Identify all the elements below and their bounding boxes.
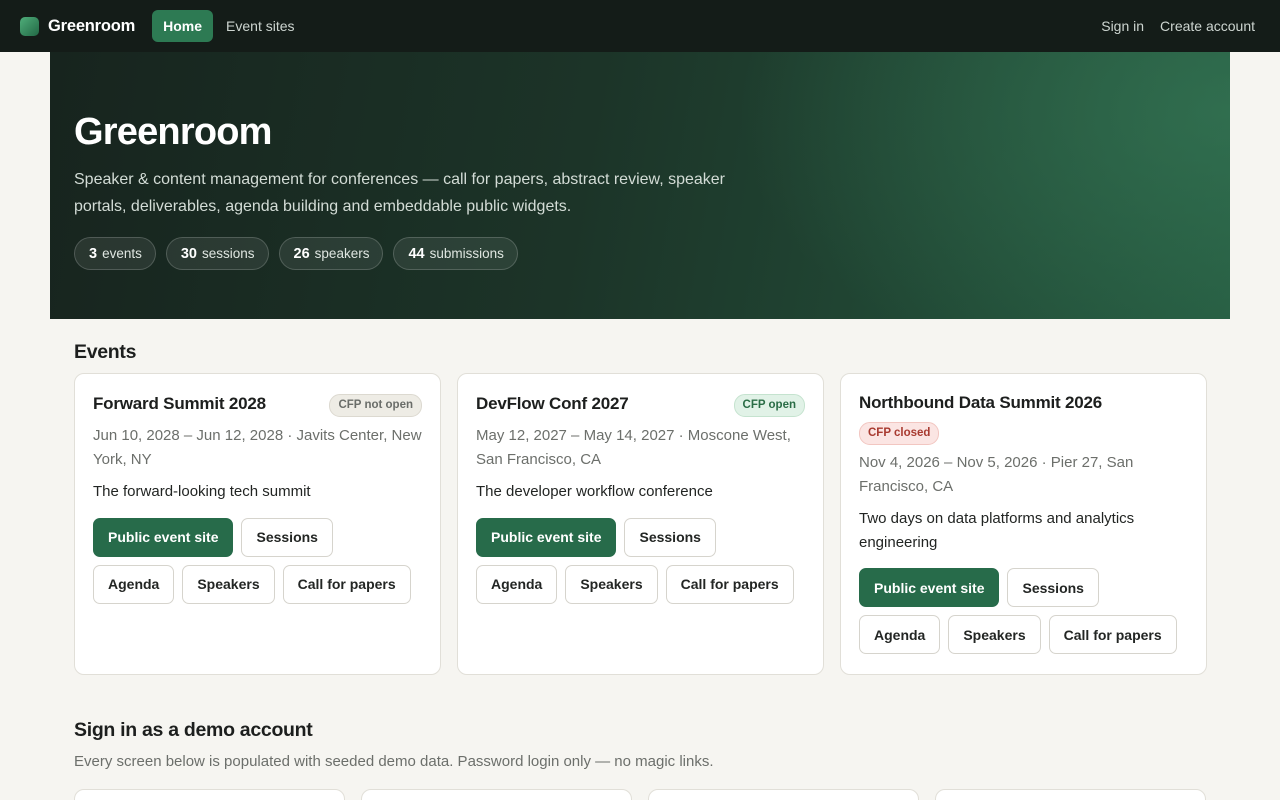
public-event-site-button[interactable]: Public event site	[476, 517, 617, 557]
demo-account-cards	[74, 789, 1222, 800]
greenroom-logo-icon	[20, 16, 39, 36]
stat-submissions: 44 submissions	[393, 237, 518, 270]
demo-accounts-heading: Sign in as a demo account	[74, 719, 313, 741]
call-for-papers-button[interactable]: Call for papers	[282, 564, 411, 604]
create-account-link[interactable]: Create account	[1155, 10, 1260, 42]
hero-description: Speaker & content management for confere…	[74, 171, 725, 215]
events-heading: Events	[74, 341, 137, 363]
sessions-button[interactable]: Sessions	[241, 517, 333, 557]
stat-value: 26	[293, 245, 310, 262]
public-event-site-button[interactable]: Public event site	[93, 517, 234, 557]
public-event-site-button[interactable]: Public event site	[859, 568, 1000, 607]
event-cards: Forward Summit 2028 CFP not open Jun 10,…	[74, 373, 1207, 675]
event-card-devflow-conf: DevFlow Conf 2027 CFP open May 12, 2027 …	[457, 373, 824, 675]
stat-sessions: 30 sessions	[165, 237, 269, 270]
event-actions: Public event site Sessions Agenda Speake…	[859, 568, 1188, 662]
cfp-status-badge: CFP closed	[859, 422, 940, 445]
sign-in-link[interactable]: Sign in	[1096, 10, 1149, 42]
event-actions: Public event site Sessions Agenda Speake…	[93, 517, 422, 612]
hero-title: Greenroom	[74, 111, 272, 153]
nav-event-sites-link[interactable]: Event sites	[215, 10, 305, 42]
card-header: Forward Summit 2028 CFP not open	[93, 393, 422, 417]
event-card-forward-summit: Forward Summit 2028 CFP not open Jun 10,…	[74, 373, 441, 675]
event-actions: Public event site Sessions Agenda Speake…	[476, 517, 805, 612]
stat-events: 3 events	[74, 237, 156, 270]
demo-accounts-description: Every screen below is populated with see…	[74, 753, 714, 770]
stat-label: events	[102, 246, 142, 261]
hero-banner: Greenroom Speaker & content management f…	[50, 52, 1230, 319]
agenda-button[interactable]: Agenda	[93, 564, 175, 604]
event-description: Two days on data platforms and analytics…	[859, 510, 1135, 551]
speakers-button[interactable]: Speakers	[948, 615, 1041, 654]
demo-account-card[interactable]	[935, 789, 1206, 800]
event-title[interactable]: Forward Summit 2028	[93, 393, 266, 415]
nav-account-links: Sign in Create account	[1096, 10, 1260, 42]
cfp-status-badge: CFP not open	[329, 394, 422, 417]
demo-account-card[interactable]	[361, 789, 632, 800]
stat-label: submissions	[429, 246, 504, 261]
nav-home-link[interactable]: Home	[152, 10, 214, 42]
demo-account-card[interactable]	[74, 789, 345, 800]
stat-value: 30	[180, 245, 197, 262]
call-for-papers-button[interactable]: Call for papers	[665, 564, 794, 604]
sessions-button[interactable]: Sessions	[1007, 568, 1099, 607]
event-title[interactable]: DevFlow Conf 2027	[476, 393, 629, 415]
event-meta: Jun 10, 2028 – Jun 12, 2028 · Javits Cen…	[93, 427, 422, 468]
top-navbar: Greenroom Home Event sites Sign in Creat…	[0, 0, 1280, 52]
call-for-papers-button[interactable]: Call for papers	[1048, 615, 1177, 654]
stat-label: sessions	[202, 246, 255, 261]
speakers-button[interactable]: Speakers	[182, 564, 275, 604]
speakers-button[interactable]: Speakers	[565, 564, 658, 604]
event-meta: Nov 4, 2026 – Nov 5, 2026 · Pier 27, San…	[859, 454, 1134, 495]
event-description: The developer workflow conference	[476, 483, 713, 500]
stats-row: 3 events 30 sessions 26 speakers 44 subm…	[74, 237, 1206, 270]
event-description: The forward-looking tech summit	[93, 483, 311, 500]
event-meta: May 12, 2027 – May 14, 2027 · Moscone We…	[476, 427, 791, 468]
brand[interactable]: Greenroom	[20, 16, 136, 36]
agenda-button[interactable]: Agenda	[859, 615, 941, 654]
event-title[interactable]: Northbound Data Summit 2026	[859, 392, 1188, 414]
agenda-button[interactable]: Agenda	[476, 564, 558, 604]
stat-value: 3	[89, 245, 98, 262]
cfp-status-badge: CFP open	[733, 394, 805, 417]
stat-speakers: 26 speakers	[278, 237, 384, 270]
stat-value: 44	[408, 245, 425, 262]
sessions-button[interactable]: Sessions	[624, 517, 716, 557]
stat-label: speakers	[314, 246, 370, 261]
demo-account-card[interactable]	[648, 789, 919, 800]
event-card-northbound-data-summit: Northbound Data Summit 2026 CFP closed N…	[840, 373, 1207, 675]
card-header: DevFlow Conf 2027 CFP open	[476, 393, 805, 417]
brand-name: Greenroom	[48, 16, 136, 35]
